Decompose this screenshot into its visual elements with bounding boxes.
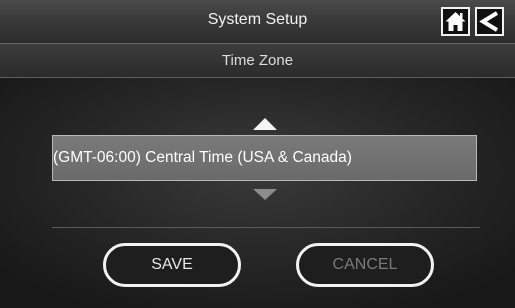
divider xyxy=(52,227,480,228)
home-button[interactable] xyxy=(441,7,470,36)
arrow-down-icon[interactable] xyxy=(253,189,277,200)
back-arrow-icon xyxy=(479,11,499,32)
system-setup-screen: System Setup Time Zone (GMT-06:00) Centr… xyxy=(0,0,515,308)
save-button[interactable]: SAVE xyxy=(103,243,241,287)
page-title: System Setup xyxy=(207,11,308,28)
title-bar: System Setup xyxy=(0,0,515,44)
arrow-up-icon[interactable] xyxy=(253,118,277,130)
back-button[interactable] xyxy=(475,7,504,36)
timezone-selector[interactable]: (GMT-06:00) Central Time (USA & Canada) xyxy=(52,135,477,181)
section-title: Time Zone xyxy=(221,52,294,69)
cancel-button[interactable]: CANCEL xyxy=(296,243,434,287)
home-icon xyxy=(445,12,466,31)
section-header: Time Zone xyxy=(0,44,515,78)
timezone-value: (GMT-06:00) Central Time (USA & Canada) xyxy=(53,149,352,166)
